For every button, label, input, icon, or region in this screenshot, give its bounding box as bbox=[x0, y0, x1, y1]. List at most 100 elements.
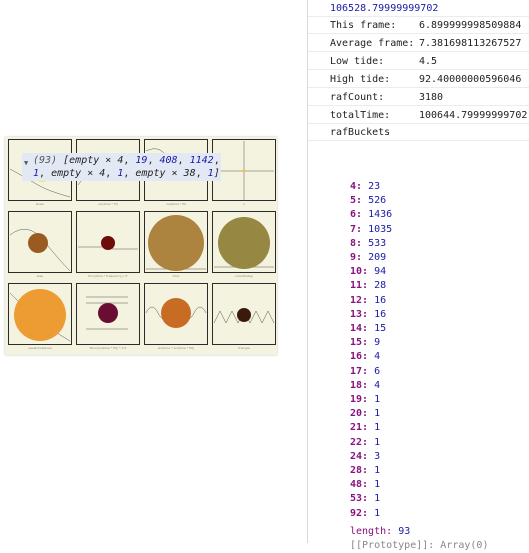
animated-circle bbox=[98, 303, 118, 323]
sketch-cell-graphic bbox=[213, 308, 275, 324]
bucket-entry: 6: 1436 bbox=[350, 208, 392, 222]
bucket-index: 16: bbox=[350, 351, 369, 362]
bucket-index: 18: bbox=[350, 380, 369, 391]
bucket-index: 13: bbox=[350, 309, 369, 320]
bucket-entry: 15: 9 bbox=[350, 336, 380, 350]
animated-circle bbox=[161, 298, 191, 328]
array-summary-line-2: 1, empty × 4, 1, empty × 38, 1] bbox=[33, 168, 220, 179]
console-row-timestamp: 106528.79999999702 bbox=[308, 0, 529, 17]
bucket-count: 28 bbox=[374, 280, 387, 291]
expand-triangle-icon[interactable]: ▼ bbox=[24, 157, 28, 170]
bucket-count: 23 bbox=[368, 181, 381, 192]
bucket-index: 28: bbox=[350, 465, 369, 476]
timestamp-value: 106528.79999999702 bbox=[330, 3, 439, 14]
low-tide-value: 4.5 bbox=[419, 56, 438, 67]
sketch-cell: smoothstep bbox=[212, 211, 276, 278]
bucket-index: 14: bbox=[350, 323, 369, 334]
bucket-entry: 53: 1 bbox=[350, 492, 380, 506]
sketch-cell: fract bbox=[144, 211, 208, 278]
array-prototype-row[interactable]: [[Prototype]]: Array(0) bbox=[350, 539, 488, 553]
bucket-entry: 24: 3 bbox=[350, 450, 380, 464]
raf-count-key: rafCount: bbox=[330, 92, 385, 103]
bucket-index: 53: bbox=[350, 493, 369, 504]
bucket-entry: 18: 4 bbox=[350, 379, 380, 393]
sketch-cell-caption: fract bbox=[172, 274, 180, 278]
bucket-entry: 9: 209 bbox=[350, 251, 386, 265]
sketch-cell-caption: floor(sin(time * PI)) * 0.5 bbox=[89, 346, 127, 350]
average-frame-value: 7.381698113267527 bbox=[419, 38, 522, 49]
bucket-count: 1 bbox=[374, 493, 381, 504]
array-length-row: length: 93 bbox=[350, 525, 410, 539]
sketch-cell: floor(time * frequency) / fr bbox=[76, 211, 140, 278]
bucket-entry: 10: 94 bbox=[350, 265, 386, 279]
bucket-count: 1 bbox=[374, 422, 381, 433]
bucket-entry: 14: 15 bbox=[350, 322, 386, 336]
bucket-count: 533 bbox=[368, 238, 387, 249]
sketch-cell-caption: smoothstep bbox=[235, 274, 253, 278]
bucket-index: 19: bbox=[350, 394, 369, 405]
bucket-index: 12: bbox=[350, 295, 369, 306]
sketch-cell-graphic bbox=[9, 289, 71, 342]
bucket-index: 8: bbox=[350, 238, 363, 249]
bucket-count: 94 bbox=[374, 266, 387, 277]
sketch-canvas-pane: linear sin(time * PI) cos(time * PI) x step… bbox=[0, 0, 307, 543]
array-summary-line-1: (93) [empty × 4, 19, 408, 1142, bbox=[33, 155, 220, 166]
bucket-entry: 12: 16 bbox=[350, 294, 386, 308]
bucket-index: 24: bbox=[350, 451, 369, 462]
bucket-count: 526 bbox=[368, 195, 387, 206]
this-frame-value: 6.899999998509884 bbox=[419, 20, 522, 31]
sketch-cell-caption: x bbox=[243, 202, 245, 206]
animated-circle bbox=[14, 289, 66, 341]
bucket-index: 9: bbox=[350, 252, 363, 263]
bucket-index: 21: bbox=[350, 422, 369, 433]
sketch-cell: triangle bbox=[212, 283, 276, 350]
bucket-index: 11: bbox=[350, 280, 369, 291]
sketch-cell-graphic bbox=[78, 236, 138, 250]
bucket-entry: 28: 1 bbox=[350, 464, 380, 478]
animated-circle bbox=[218, 217, 270, 269]
bucket-count: 3 bbox=[374, 451, 381, 462]
console-row-average-frame: Average frame: 7.381698113267527 bbox=[308, 35, 529, 52]
animated-circle bbox=[148, 215, 204, 271]
bucket-count: 6 bbox=[374, 366, 381, 377]
sketch-cell: step bbox=[8, 211, 72, 278]
total-time-value: 100644.79999999702 bbox=[419, 110, 528, 121]
bucket-count: 16 bbox=[374, 295, 387, 306]
bucket-entry: 20: 1 bbox=[350, 407, 380, 421]
console-row-total-time: totalTime: 100644.79999999702 bbox=[308, 107, 529, 124]
bucket-count: 1 bbox=[374, 437, 381, 448]
bucket-index: 92: bbox=[350, 508, 369, 519]
this-frame-key: This frame: bbox=[330, 20, 397, 31]
bucket-index: 6: bbox=[350, 209, 363, 220]
sketch-cell-caption: cos(time * PI) bbox=[165, 202, 187, 206]
animated-circle bbox=[101, 236, 115, 250]
animated-circle bbox=[28, 233, 48, 253]
bucket-entry: 21: 1 bbox=[350, 421, 380, 435]
bucket-index: 10: bbox=[350, 266, 369, 277]
bucket-count: 4 bbox=[374, 380, 381, 391]
sketch-cell-caption: easeInOutQuad bbox=[28, 346, 52, 350]
low-tide-key: Low tide: bbox=[330, 56, 385, 67]
bucket-index: 17: bbox=[350, 366, 369, 377]
sketch-cell-caption: sin(time * sin(time * PI)) bbox=[157, 346, 195, 350]
bucket-entry: 48: 1 bbox=[350, 478, 380, 492]
bucket-entry: 17: 6 bbox=[350, 365, 380, 379]
bucket-count: 1 bbox=[374, 508, 381, 519]
sketch-cell-caption: triangle bbox=[238, 346, 250, 350]
bucket-count: 9 bbox=[374, 337, 381, 348]
sketch-cell-graphic bbox=[86, 296, 128, 330]
sketch-cell: floor(sin(time * PI)) * 0.5 bbox=[76, 283, 140, 350]
bucket-count: 1 bbox=[374, 394, 381, 405]
bucket-count: 1 bbox=[374, 479, 381, 490]
raf-buckets-key: rafBuckets bbox=[330, 127, 391, 138]
high-tide-key: High tide: bbox=[330, 74, 391, 85]
bucket-entry: 4: 23 bbox=[350, 180, 380, 194]
console-row-high-tide: High tide: 92.40000000596046 bbox=[308, 71, 529, 88]
raf-buckets-array-summary[interactable]: ▼ (93) [empty × 4, 19, 408, 1142, 1, emp… bbox=[22, 153, 221, 181]
bucket-count: 209 bbox=[368, 252, 387, 263]
bucket-entry: 13: 16 bbox=[350, 308, 386, 322]
bucket-count: 4 bbox=[374, 351, 381, 362]
bucket-index: 48: bbox=[350, 479, 369, 490]
total-time-key: totalTime: bbox=[330, 110, 391, 121]
bucket-index: 4: bbox=[350, 181, 363, 192]
